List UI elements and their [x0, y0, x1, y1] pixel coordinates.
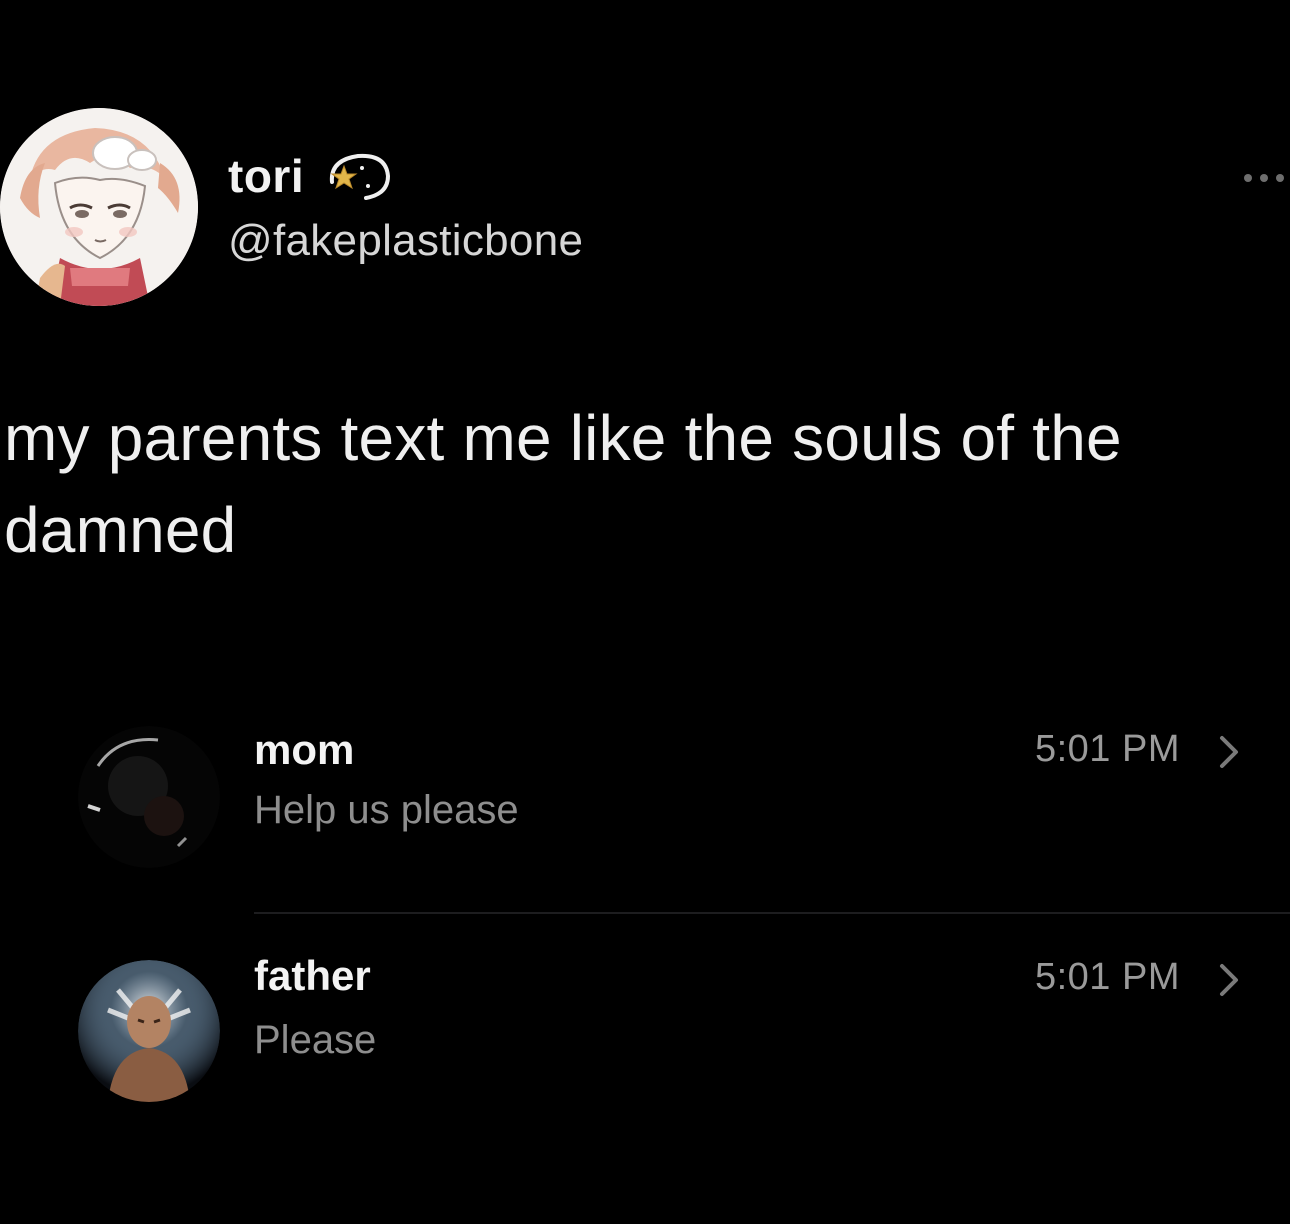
glowing-figure-avatar-icon	[78, 960, 220, 1102]
message-time: 5:01 PM	[1034, 728, 1180, 770]
chevron-right-icon[interactable]	[1214, 960, 1244, 1000]
message-row-mom[interactable]: mom Help us please 5:01 PM	[0, 716, 1290, 916]
author-display-name[interactable]: tori	[228, 149, 304, 203]
anime-avatar-icon	[0, 108, 198, 306]
contact-name: mom	[254, 726, 355, 773]
message-row-father[interactable]: father Please 5:01 PM	[0, 942, 1290, 1142]
chevron-right-icon[interactable]	[1214, 732, 1244, 772]
author-avatar[interactable]	[0, 108, 198, 306]
message-preview: Please	[254, 1018, 377, 1062]
tweet-text: my parents text me like the souls of the…	[4, 402, 1122, 566]
author-name-row: tori	[228, 146, 394, 206]
message-time: 5:01 PM	[1034, 956, 1180, 998]
message-preview: Help us please	[254, 788, 519, 832]
dark-avatar-icon	[78, 726, 220, 868]
more-icon[interactable]	[1240, 168, 1290, 188]
author-handle[interactable]: @fakeplasticbone	[228, 216, 583, 266]
contact-name: father	[254, 952, 371, 999]
star-swirl-icon	[322, 146, 394, 206]
tweet-header: tori @fakeplasticbone	[0, 108, 1290, 308]
message-divider	[254, 912, 1290, 914]
